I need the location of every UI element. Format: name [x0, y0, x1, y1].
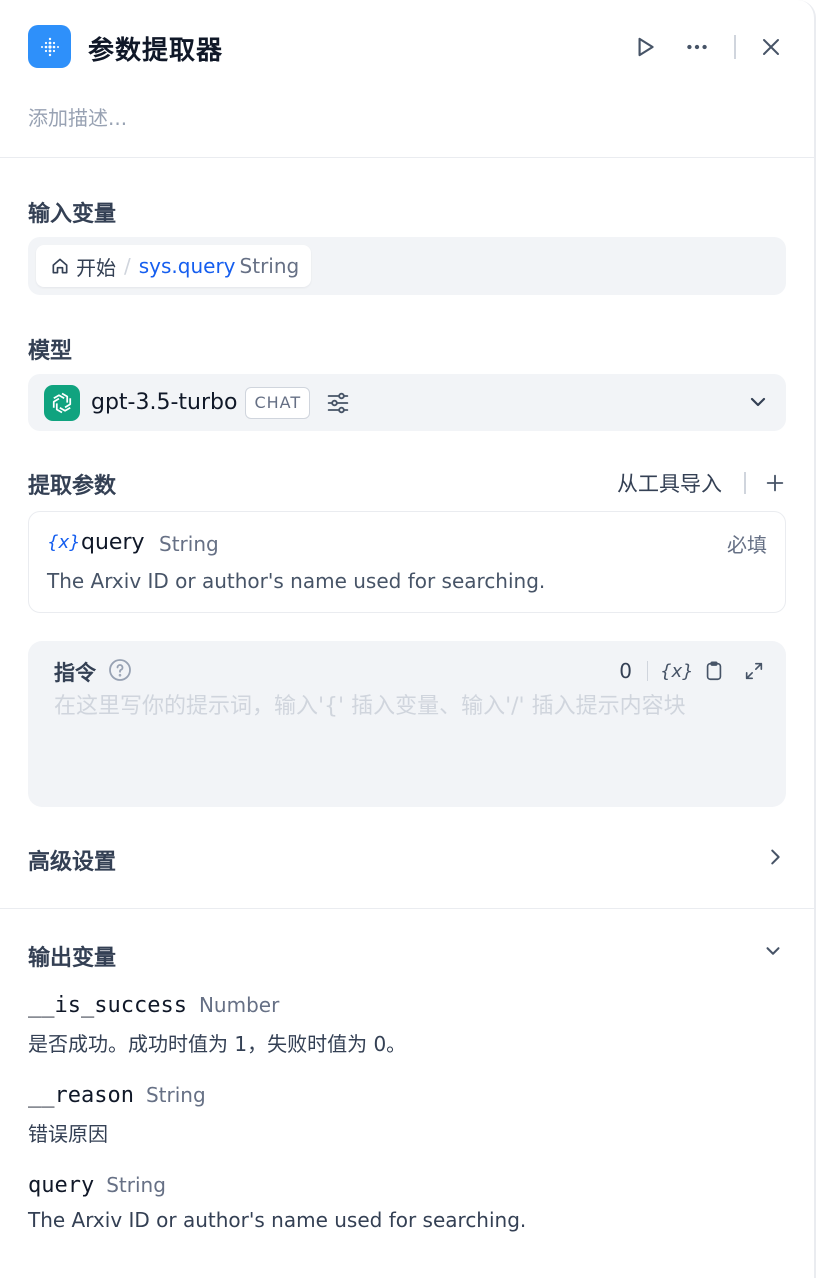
- header-divider: [734, 35, 736, 59]
- source-node-name: 开始: [76, 255, 116, 280]
- run-button[interactable]: [630, 32, 660, 62]
- instruction-label: 指令: [54, 661, 96, 685]
- clipboard-icon: [706, 661, 722, 681]
- expand-icon: [745, 662, 763, 680]
- chevron-right-icon: [764, 846, 786, 872]
- model-name: gpt-3.5-turbo: [91, 390, 238, 415]
- output-var-name: __is_success: [28, 993, 187, 1018]
- openai-icon: [44, 384, 80, 421]
- sliders-icon: [327, 392, 349, 413]
- output-var-description: The Arxiv ID or author's name used for s…: [28, 1208, 527, 1232]
- output-var-description: 是否成功。成功时值为 1，失败时值为 0。: [28, 1032, 407, 1056]
- output-var-item: query String The Arxiv ID or author's nam…: [28, 1173, 526, 1232]
- variable-name: sys.query: [138, 254, 236, 278]
- param-name: query: [81, 530, 145, 555]
- copy-button[interactable]: [700, 657, 728, 685]
- header-actions: [630, 32, 786, 62]
- import-from-tool-button[interactable]: 从工具导入: [617, 468, 722, 498]
- close-icon: [763, 39, 779, 55]
- actions-divider: [744, 472, 746, 494]
- input-vars-label: 输入变量: [28, 202, 117, 227]
- char-count: 0: [619, 659, 632, 683]
- home-icon: [52, 258, 68, 274]
- instruction-placeholder: 在这里写你的提示词，输入'{' 插入变量、输入'/' 插入提示内容块: [54, 694, 686, 719]
- header-divider-line: [0, 157, 814, 158]
- advanced-settings-toggle[interactable]: 高级设置: [28, 840, 786, 876]
- instruction-editor[interactable]: 指令 0 {x} 在这里写你的提示词，输入'{' 插入变量、输入'/' 插入提示…: [28, 641, 786, 807]
- section-divider: [0, 908, 814, 909]
- output-vars-toggle[interactable]: 输出变量: [28, 936, 786, 972]
- output-var-name: __reason: [28, 1083, 134, 1108]
- plus-icon: [766, 474, 784, 492]
- extract-actions: 从工具导入: [617, 468, 786, 498]
- extract-params-label: 提取参数: [28, 474, 117, 499]
- param-type: String: [159, 532, 219, 556]
- model-label: 模型: [28, 339, 73, 364]
- output-var-item: __reason String 错误原因: [28, 1083, 206, 1147]
- variable-icon: {x}: [47, 532, 81, 553]
- panel-header: 参数提取器: [28, 24, 786, 72]
- output-var-name: query: [28, 1173, 95, 1198]
- insert-variable-button[interactable]: {x}: [660, 661, 694, 682]
- variable-type: String: [239, 254, 300, 278]
- variable-chip[interactable]: 开始 / sys.query String: [36, 245, 312, 287]
- param-description: The Arxiv ID or author's name used for s…: [47, 569, 546, 593]
- add-param-button[interactable]: [764, 472, 786, 494]
- output-var-type: String: [145, 1083, 206, 1107]
- param-card[interactable]: {x} query String 必填 The Arxiv ID or auth…: [28, 511, 786, 613]
- instruction-tools: {x}: [635, 657, 768, 685]
- node-title[interactable]: 参数提取器: [88, 30, 223, 67]
- node-icon: [28, 25, 71, 68]
- advanced-settings-label: 高级设置: [28, 850, 117, 875]
- help-icon[interactable]: [108, 658, 132, 686]
- more-button[interactable]: [682, 32, 712, 62]
- output-var-type: String: [106, 1173, 166, 1197]
- output-var-description: 错误原因: [28, 1122, 108, 1146]
- close-button[interactable]: [756, 32, 786, 62]
- chevron-down-icon: [762, 940, 784, 966]
- model-params-button[interactable]: [324, 389, 352, 417]
- required-badge: 必填: [727, 533, 767, 557]
- node-panel: 参数提取器 添加描述... 输入变量 开始 / sys.query String…: [0, 0, 816, 1278]
- input-var-field[interactable]: 开始 / sys.query String: [28, 237, 786, 295]
- expand-button[interactable]: [740, 657, 768, 685]
- tools-divider: [647, 661, 648, 681]
- model-mode-badge: CHAT: [245, 386, 311, 419]
- chevron-down-icon: [746, 390, 770, 418]
- output-var-item: __is_success Number 是否成功。成功时值为 1，失败时值为 0。: [28, 993, 406, 1057]
- model-selector[interactable]: gpt-3.5-turbo CHAT: [28, 374, 786, 431]
- output-vars-label: 输出变量: [28, 946, 117, 971]
- chip-separator: /: [124, 254, 131, 278]
- more-icon: [687, 44, 707, 50]
- output-var-type: Number: [198, 993, 280, 1017]
- description-input[interactable]: 添加描述...: [28, 102, 127, 131]
- play-icon: [638, 37, 654, 57]
